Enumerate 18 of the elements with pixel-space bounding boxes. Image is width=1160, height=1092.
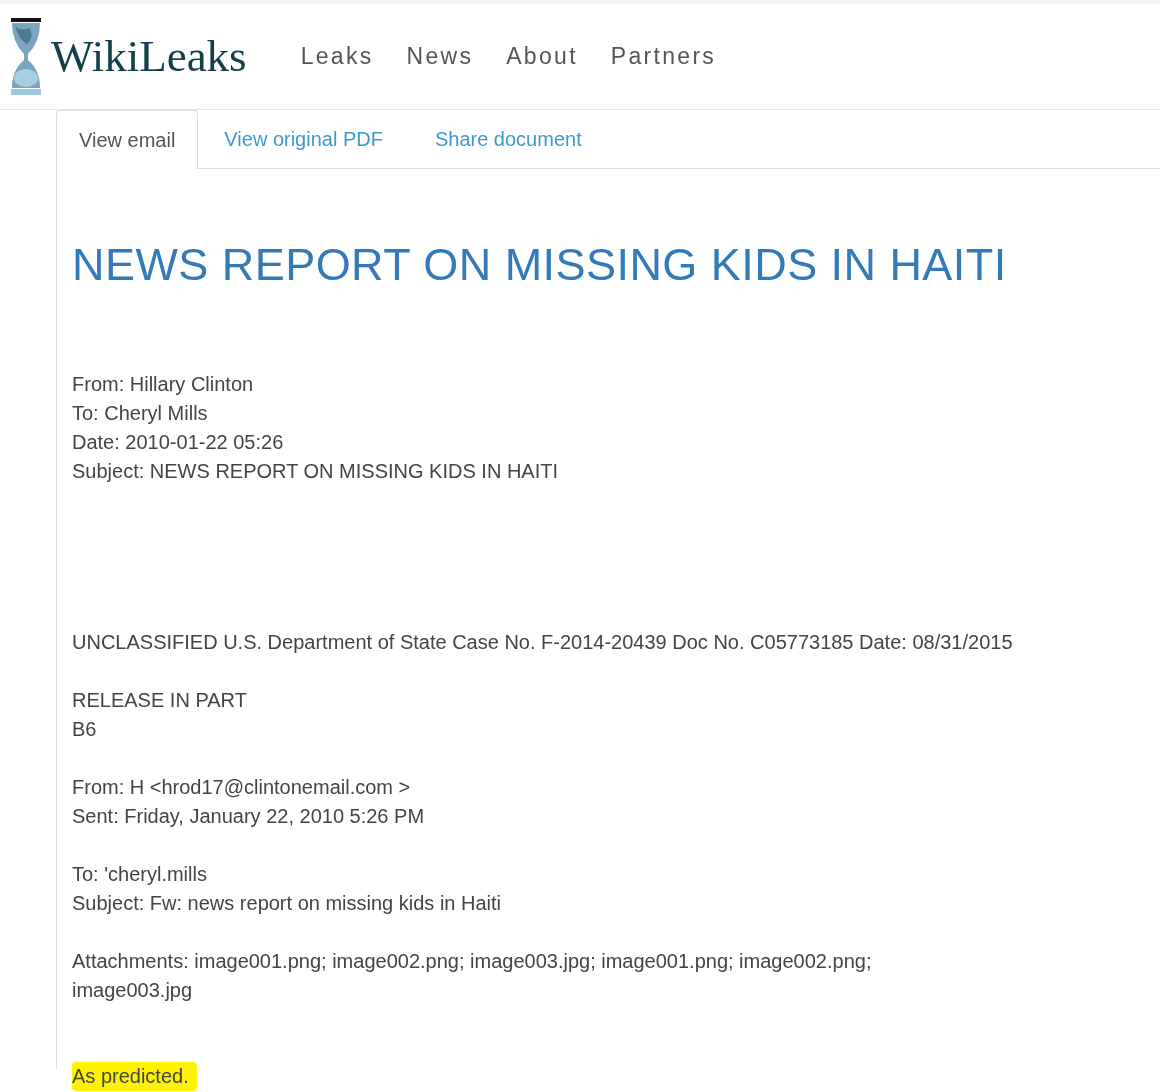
email-paragraph: RELEASE IN PART B6 xyxy=(72,688,248,742)
site-logo-text[interactable]: WikiLeaks xyxy=(51,34,247,79)
hourglass-globe-logo-icon xyxy=(9,17,43,96)
email-paragraph: From: H <hrod17@clintonemail.com > Sent: Friday, January 22, 2010 5:26 PM xyxy=(72,775,426,829)
email-paragraph: To: 'cheryl.mills Subject: Fw: news report on missing kids in Haiti xyxy=(72,862,503,916)
nav-link[interactable]: About xyxy=(506,39,578,74)
nav-link[interactable]: Partners xyxy=(610,39,717,74)
email-paragraph: Attachments: image001.png; image002.png; image003.jpg; image001.png; image002.png; image003.jpg xyxy=(72,949,873,1003)
email-field: To: Cheryl Mills xyxy=(72,399,208,428)
email-paragraph: UNCLASSIFIED U.S. Department of State Case No. F-2014-20439 Doc No. C05773185 Date: 08/31/2015 xyxy=(72,630,1014,655)
nav-link[interactable]: News xyxy=(406,39,474,74)
email-field: Subject: NEWS REPORT ON MISSING KIDS IN HAITI xyxy=(72,457,559,486)
highlighted-paragraph: As predicted. xyxy=(72,1062,197,1091)
email-field: From: Hillary Clinton xyxy=(72,370,254,399)
email-title: NEWS REPORT ON MISSING KIDS IN HAITI xyxy=(72,239,1008,291)
nav-link[interactable]: Leaks xyxy=(300,39,374,74)
email-field: Date: 2010-01-22 05:26 xyxy=(72,428,284,457)
tab[interactable]: View email xyxy=(56,110,199,169)
